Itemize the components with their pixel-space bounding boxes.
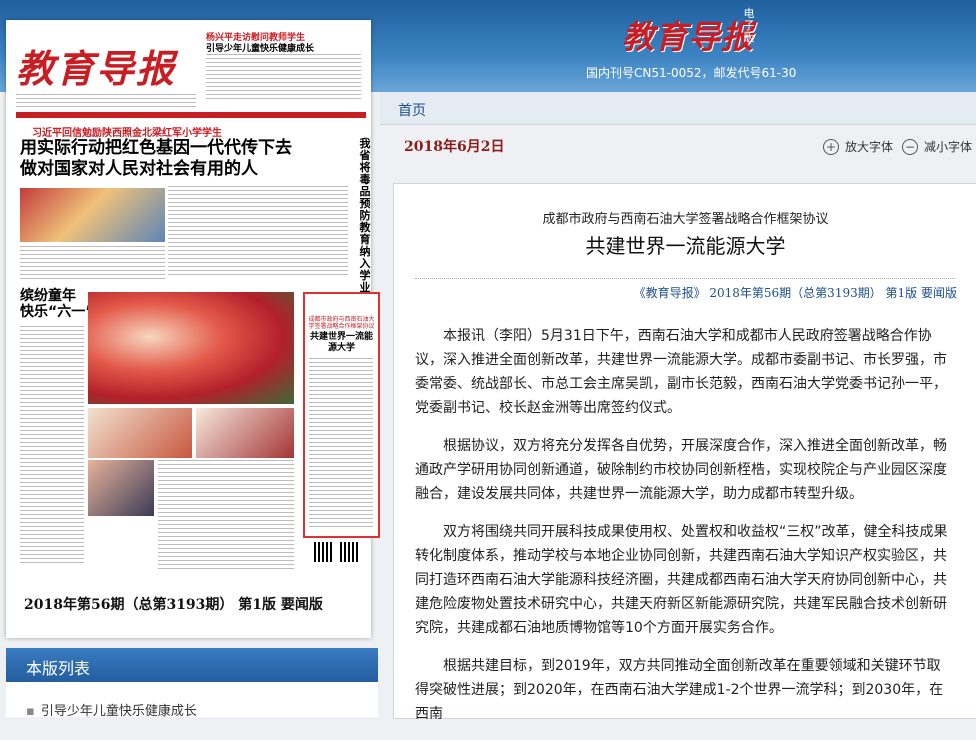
newspaper-photo <box>88 460 154 516</box>
issn-text: 国内刊号CN51-0052，邮发代号61-30 <box>586 66 797 80</box>
highlight-title: 共建世界一流能源大学 <box>309 332 373 353</box>
newspaper-subheadline[interactable]: 习近平回信勉励陕西照金北梁红军小学学生 <box>32 124 222 139</box>
article-divider <box>415 278 955 279</box>
article-paragraph: 根据协议，双方将充分发挥各自优势，开展深度合作，深入推进全面创新改革，畅通政产学… <box>415 438 947 502</box>
page-article-list-title: 本版列表 <box>26 659 91 678</box>
shrink-font-button[interactable]: − 减小字体 <box>902 138 972 155</box>
newspaper-dateline <box>16 94 196 108</box>
site-logo[interactable]: 教育导报 <box>622 12 754 58</box>
newspaper-logo: 教育导报 <box>16 46 177 91</box>
page-issue-caption: 2018年第56期（总第3193期） 第1版 要闻版 <box>24 597 323 613</box>
newspaper-text-block <box>158 460 294 570</box>
enlarge-font-button[interactable]: + 放大字体 <box>823 138 893 155</box>
newspaper-photo-main <box>88 292 294 404</box>
article-paragraph: 本报讯（李阳）5月31日下午，西南石油大学和成都市人民政府签署战略合作协议，深入… <box>415 328 947 416</box>
article-source[interactable]: 《教育导报》 2018年第56期（总第3193期） 第1版 要闻版 <box>634 284 957 301</box>
article-kicker: 成都市政府与西南石油大学签署战略合作框架协议 <box>542 212 829 227</box>
article-body: 本报讯（李阳）5月31日下午，西南石油大学和成都市人民政府签署战略合作协议，深入… <box>415 324 951 740</box>
newspaper-top-teaser-2[interactable]: 引导少年儿童快乐健康成长 <box>206 41 314 54</box>
article-panel: 成都市政府与西南石油大学签署战略合作框架协议 共建世界一流能源大学 《教育导报》… <box>393 183 976 722</box>
newspaper-text-block <box>206 54 361 100</box>
qr-code-icon <box>314 542 334 562</box>
issue-date: 2018年6月2日 <box>404 139 505 155</box>
highlighted-article-region[interactable]: 成都市政府与西南石油大学签署战略合作框架协议 共建世界一流能源大学 <box>303 292 380 538</box>
newspaper-section-title[interactable]: 缤纷童年 快乐“六一” <box>20 288 94 320</box>
newspaper-text-block <box>168 186 348 276</box>
edition-label: 电子版 <box>743 7 755 44</box>
newspaper-photo <box>196 408 294 458</box>
newspaper-text-column <box>20 326 84 566</box>
highlight-text-block <box>309 358 373 528</box>
newspaper-photo-small <box>20 188 165 242</box>
newspaper-page[interactable]: 教育导报 杨兴平走访慰问教师学生 引导少年儿童快乐健康成长 习近平回信勉励陕西照… <box>6 20 380 638</box>
page-article-list-header: 本版列表 <box>6 648 378 682</box>
highlight-kicker: 成都市政府与西南石油大学签署战略合作框架协议 <box>308 316 375 330</box>
newspaper-photo <box>88 408 192 458</box>
page-article-list: 本版列表 ▪ 引导少年儿童快乐健康成长 <box>6 648 378 719</box>
minus-circle-icon: − <box>902 138 918 155</box>
nav-home-link[interactable]: 首页 <box>398 100 426 120</box>
newspaper-headline[interactable]: 用实际行动把红色基因一代代传下去 做对国家对人民对社会有用的人 <box>20 138 292 180</box>
list-item[interactable]: ▪ 引导少年儿童快乐健康成长 <box>26 700 197 719</box>
nav-bar: 首页 <box>380 92 976 125</box>
article-paragraph: 双方将围绕共同开展科技成果使用权、处置权和收益权“三权”改革，健全科技成果转化制… <box>415 524 948 636</box>
newspaper-red-rule <box>16 112 366 118</box>
qr-code-icon <box>340 542 360 562</box>
newspaper-text-block <box>20 246 165 280</box>
plus-circle-icon: + <box>823 138 839 155</box>
article-title: 共建世界一流能源大学 <box>585 234 786 258</box>
article-paragraph: 根据共建目标，到2019年，双方共同推动全面创新改革在重要领域和关键环节取得突破… <box>415 658 944 722</box>
